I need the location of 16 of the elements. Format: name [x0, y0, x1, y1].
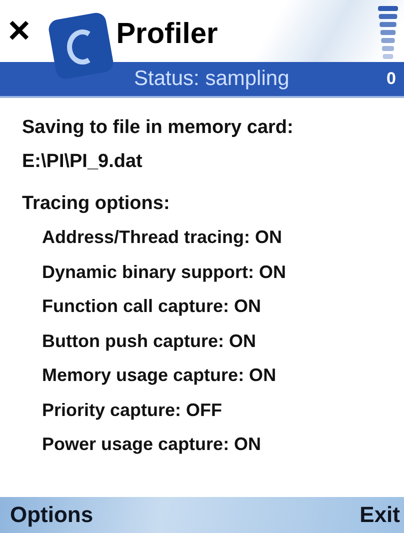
option-line: Button push capture: ON: [42, 330, 257, 353]
file-path: E:\PI\PI_9.dat: [22, 150, 144, 174]
close-icon[interactable]: ×: [8, 12, 30, 50]
option-line: Dynamic binary support: ON: [42, 260, 288, 284]
option-line: Address/Thread tracing: ON: [42, 226, 284, 249]
option-line: Power usage capture: ON: [42, 433, 262, 456]
exit-softkey[interactable]: Exit: [360, 502, 400, 528]
saving-label: Saving to file in memory card:: [22, 116, 294, 140]
indicator-text: 0: [386, 69, 396, 89]
app-title: Profiler: [116, 18, 218, 50]
section-title: Tracing options:: [22, 192, 171, 216]
status-text: Status: sampling: [134, 67, 290, 91]
options-softkey[interactable]: Options: [10, 502, 94, 528]
option-line: Memory usage capture: ON: [42, 364, 278, 387]
option-line: Function call capture: ON: [42, 295, 262, 318]
option-line: Priority capture: OFF: [42, 398, 224, 422]
